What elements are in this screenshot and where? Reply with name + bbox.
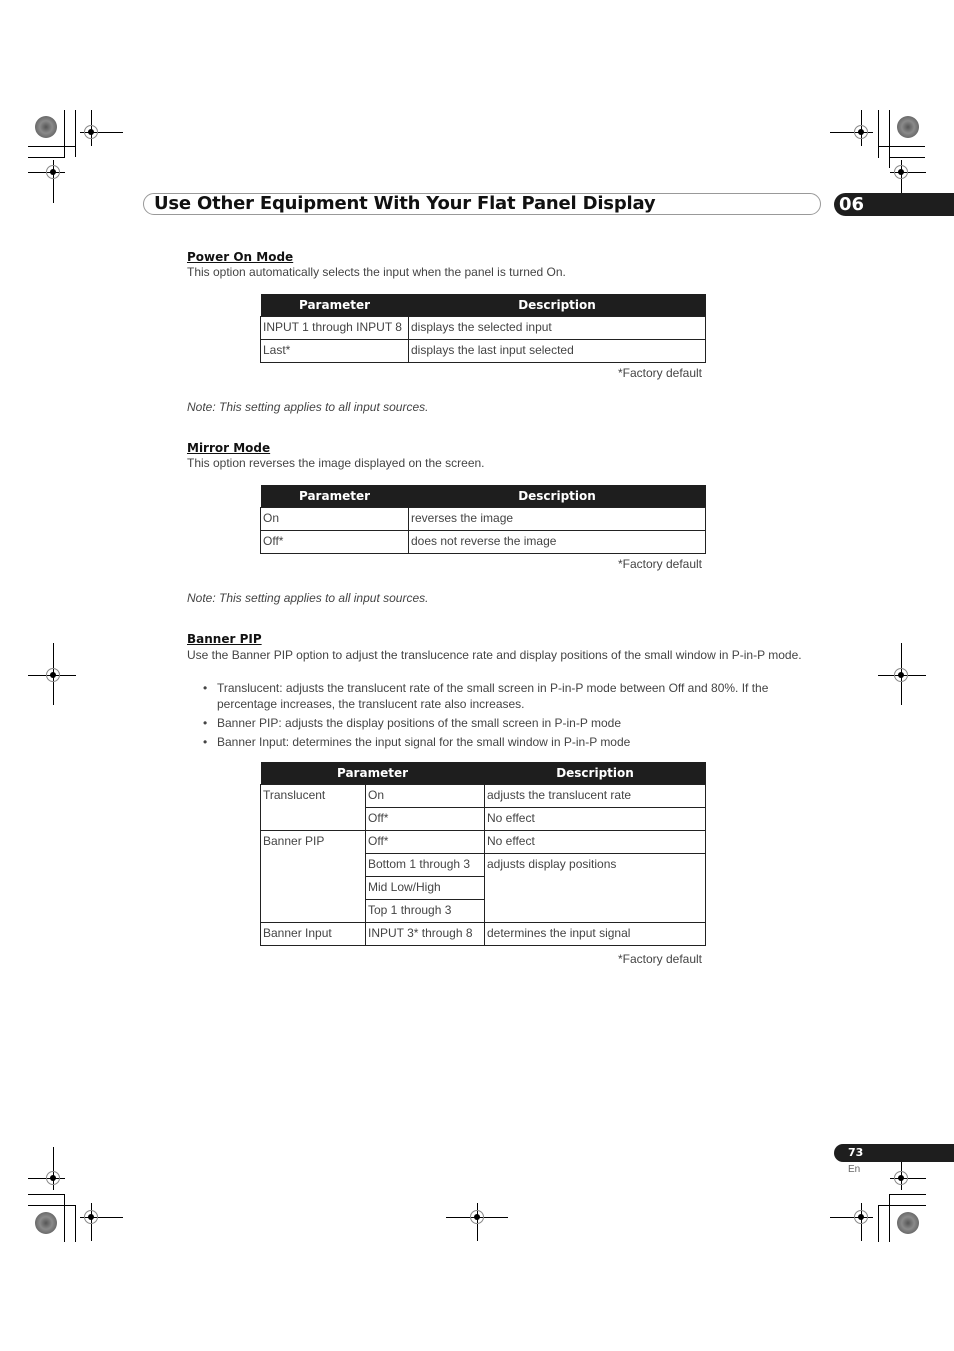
table-row: Banner Input INPUT 3* through 8 determin… — [260, 922, 706, 946]
table-cell: Top 1 through 3 — [365, 899, 485, 923]
table-cell: does not reverse the image — [408, 530, 706, 554]
table-cell: Off* — [365, 807, 485, 831]
column-header: Description — [408, 294, 706, 317]
registration-target-icon — [470, 1210, 484, 1224]
column-header: Parameter — [260, 294, 409, 317]
mirror-mode-table: Parameter Description On reverses the im… — [260, 485, 706, 554]
section-heading-mirror-mode: Mirror Mode — [187, 441, 271, 455]
registration-target-icon — [84, 1210, 98, 1224]
section-heading-power-on-mode: Power On Mode — [187, 250, 294, 264]
table-row: Translucent On adjusts the translucent r… — [260, 784, 706, 831]
table-cell: INPUT 1 through INPUT 8 — [260, 316, 409, 340]
table-header-row: Parameter Description — [260, 294, 706, 317]
registration-target-icon — [894, 165, 908, 179]
registration-target-icon — [46, 668, 60, 682]
banner-pip-bullet-list: Translucent: adjusts the translucent rat… — [203, 680, 813, 753]
chapter-number: 06 — [839, 194, 865, 215]
table-cell: Mid Low/High — [365, 876, 485, 900]
registration-disc-icon — [35, 1212, 57, 1234]
section-note: Note: This setting applies to all input … — [187, 591, 429, 605]
factory-default-footnote: *Factory default — [617, 952, 702, 966]
chapter-title: Use Other Equipment With Your Flat Panel… — [154, 193, 656, 214]
section-heading-banner-pip: Banner PIP — [187, 632, 262, 646]
table-cell: adjusts the translucent rate — [484, 784, 706, 808]
table-cell: Off* — [260, 530, 409, 554]
language-code: En — [848, 1164, 861, 1175]
list-item: Banner PIP: adjusts the display position… — [203, 715, 813, 731]
table-row: INPUT 1 through INPUT 8 displays the sel… — [260, 316, 706, 340]
registration-target-icon — [854, 125, 868, 139]
list-item: Banner Input: determines the input signa… — [203, 734, 813, 750]
registration-disc-icon — [35, 116, 57, 138]
column-header: Parameter — [260, 762, 485, 785]
table-cell: reverses the image — [408, 507, 706, 531]
banner-pip-table: Parameter Description Translucent On adj… — [260, 762, 706, 946]
section-description: This option automatically selects the in… — [187, 265, 566, 279]
column-header: Description — [484, 762, 706, 785]
table-cell: Off* — [365, 830, 485, 854]
table-cell-group: Banner PIP — [260, 830, 366, 923]
list-item: Translucent: adjusts the translucent rat… — [203, 680, 813, 712]
registration-disc-icon — [897, 116, 919, 138]
table-row: Banner PIP Off* No effect — [260, 830, 706, 923]
table-cell: INPUT 3* through 8 — [365, 922, 485, 946]
power-on-mode-table: Parameter Description INPUT 1 through IN… — [260, 294, 706, 363]
table-header-row: Parameter Description — [260, 762, 706, 785]
table-cell: displays the last input selected — [408, 339, 706, 363]
section-description: This option reverses the image displayed… — [187, 456, 485, 470]
registration-target-icon — [894, 668, 908, 682]
table-cell-group: Translucent — [260, 784, 366, 831]
registration-target-icon — [84, 125, 98, 139]
registration-target-icon — [894, 1171, 908, 1185]
table-cell: On — [365, 784, 485, 808]
table-row: On reverses the image — [260, 507, 706, 531]
registration-target-icon — [46, 1171, 60, 1185]
column-header: Description — [408, 485, 706, 508]
page-number: 73 — [848, 1146, 864, 1159]
registration-target-icon — [854, 1210, 868, 1224]
table-cell: displays the selected input — [408, 316, 706, 340]
section-note: Note: This setting applies to all input … — [187, 400, 429, 414]
table-cell: Bottom 1 through 3 — [365, 853, 485, 877]
table-header-row: Parameter Description — [260, 485, 706, 508]
table-row: Off* does not reverse the image — [260, 530, 706, 554]
factory-default-footnote: *Factory default — [617, 557, 702, 571]
column-header: Parameter — [260, 485, 409, 508]
registration-target-icon — [46, 165, 60, 179]
registration-disc-icon — [897, 1212, 919, 1234]
table-cell: adjusts display positions — [484, 853, 706, 923]
factory-default-footnote: *Factory default — [617, 366, 702, 380]
table-cell: On — [260, 507, 409, 531]
table-cell-group: Banner Input — [260, 922, 366, 946]
table-cell: Last* — [260, 339, 409, 363]
table-row: Last* displays the last input selected — [260, 339, 706, 363]
table-cell: determines the input signal — [484, 922, 706, 946]
section-description: Use the Banner PIP option to adjust the … — [187, 648, 802, 662]
table-cell: No effect — [484, 807, 706, 831]
table-cell: No effect — [484, 830, 706, 854]
